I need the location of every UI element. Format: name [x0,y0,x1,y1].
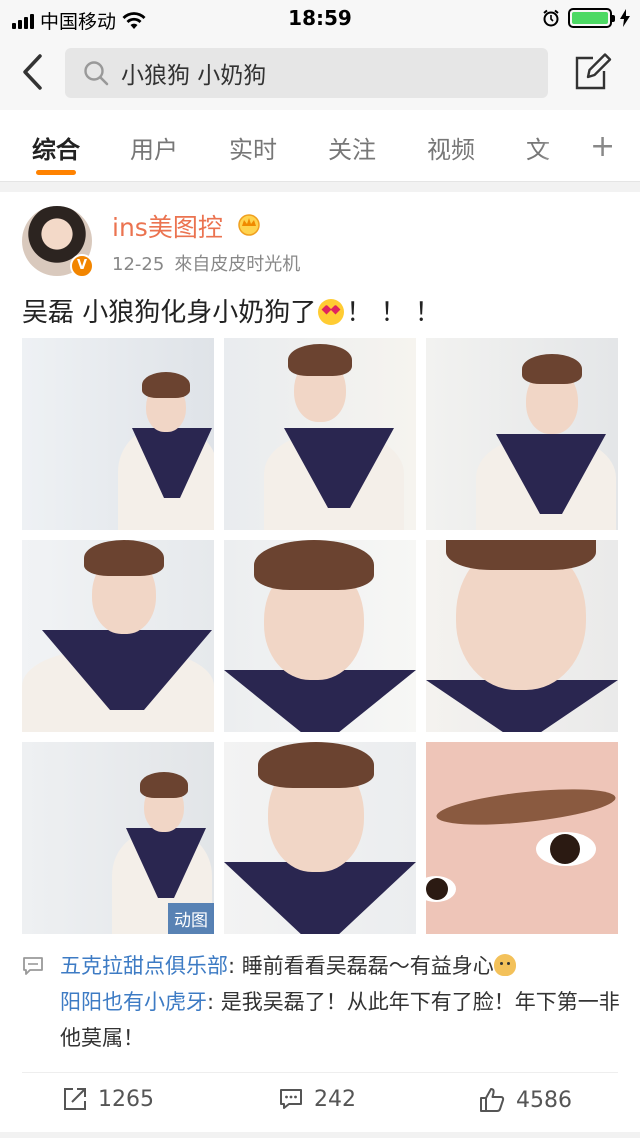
search-box[interactable] [65,48,548,98]
post-source: 來自皮皮时光机 [174,254,301,275]
repost-count: 1265 [98,1086,154,1112]
tab-comprehensive[interactable]: 综合 [32,130,80,165]
comment-user[interactable]: 阳阳也有小虎牙 [60,990,207,1014]
photo-thumbnail[interactable] [426,742,618,934]
back-arrow-icon[interactable] [18,52,48,92]
photo-thumbnail[interactable]: 动图 [22,742,214,934]
thumbs-up-icon [480,1088,505,1112]
photo-thumbnail[interactable] [22,338,214,530]
alarm-icon [543,9,559,27]
comment-item[interactable]: 阳阳也有小虎牙: 是我吴磊了！从此年下有了脸！年下第一非他莫属！ [22,984,622,1056]
post-text: 吴磊 小狼狗化身小奶狗了 ！ ！ ！ [22,292,441,329]
photo-thumbnail[interactable] [22,540,214,732]
tab-users[interactable]: 用户 [130,130,178,165]
gif-badge: 动图 [168,903,214,934]
comment-button[interactable]: 242 [278,1086,356,1112]
comment-icon [280,1089,302,1109]
tab-following[interactable]: 关注 [328,130,376,165]
verified-badge-icon: V [70,254,94,278]
photo-thumbnail[interactable] [224,540,416,732]
member-crown-icon [238,214,260,236]
battery-icon [568,8,615,28]
tab-fade [540,110,590,180]
like-button[interactable]: 4586 [478,1086,572,1114]
search-input[interactable] [121,56,521,90]
post-text-end: ！ ！ ！ [346,298,441,328]
tab-video[interactable]: 视频 [427,130,475,165]
post-text-main: 吴磊 小狼狗化身小奶狗了 [22,298,317,328]
search-icon [84,61,109,86]
comment-count: 242 [314,1086,356,1112]
photo-thumbnail[interactable] [426,338,618,530]
post-meta: 12-25 來自皮皮时光机 [112,250,300,276]
repost-icon [64,1088,86,1110]
photo-thumbnail[interactable] [426,540,618,732]
status-bar: 中国移动 18:59 [0,0,640,36]
search-tabs: 综合 用户 实时 关注 视频 文 + [0,110,640,182]
divider [22,1072,618,1073]
comment-text: : 睡前看看吴磊磊～有益身心 [228,954,494,978]
post-card[interactable]: V ins美图控 12-25 來自皮皮时光机 吴磊 小狼狗化身小奶狗了 ！ ！ ！ [0,192,640,1132]
tab-realtime[interactable]: 实时 [229,130,277,165]
post-date: 12-25 [112,254,165,275]
add-tab-icon[interactable]: + [590,132,615,162]
charging-icon [620,9,630,27]
comment-user[interactable]: 五克拉甜点俱乐部 [60,954,228,978]
photo-thumbnail[interactable] [224,338,416,530]
like-count: 4586 [516,1087,572,1113]
active-tab-indicator [36,170,76,175]
action-bar: 1265 242 4586 [0,1082,640,1122]
comment-preview: 五克拉甜点俱乐部: 睡前看看吴磊磊～有益身心 阳阳也有小虎牙: 是我吴磊了！从此… [22,948,622,1056]
bottom-gap [0,1132,640,1138]
comment-item[interactable]: 五克拉甜点俱乐部: 睡前看看吴磊磊～有益身心 [22,948,622,984]
search-header [0,36,640,110]
repost-button[interactable]: 1265 [62,1086,154,1112]
photo-thumbnail[interactable] [224,742,416,934]
heart-eyes-emoji-icon [318,299,345,325]
status-right [542,8,630,28]
compose-icon[interactable] [574,50,612,92]
comment-preview-icon [23,957,43,975]
doge-emoji-icon [493,954,516,976]
post-username[interactable]: ins美图控 [112,208,223,244]
